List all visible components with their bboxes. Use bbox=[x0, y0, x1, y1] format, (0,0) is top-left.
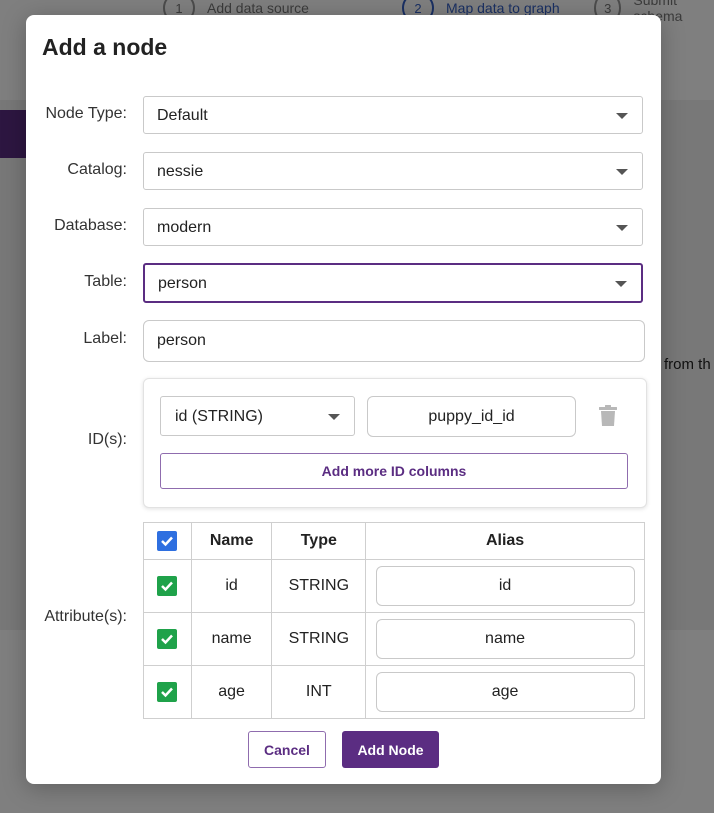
row-select-cell bbox=[143, 612, 192, 666]
checkmark-icon bbox=[161, 536, 174, 547]
row-select-cell bbox=[143, 559, 192, 613]
attribute-name: name bbox=[190, 612, 273, 666]
alias-column-header: Alias bbox=[365, 522, 645, 560]
id-column-value: id (STRING) bbox=[175, 408, 263, 425]
table-header-row: Name Type Alias bbox=[143, 522, 645, 560]
dropdown-caret-icon bbox=[616, 169, 628, 175]
checkmark-icon bbox=[161, 634, 174, 645]
catalog-value: nessie bbox=[157, 163, 204, 180]
catalog-select[interactable]: nessie bbox=[143, 152, 643, 190]
label-field-label: Label: bbox=[83, 330, 127, 347]
database-select[interactable]: modern bbox=[143, 208, 643, 246]
alias-input[interactable] bbox=[375, 566, 635, 606]
row-checkbox[interactable] bbox=[157, 682, 178, 702]
row-checkbox[interactable] bbox=[157, 629, 178, 649]
table-select[interactable]: person bbox=[143, 263, 643, 303]
checkmark-icon bbox=[161, 581, 174, 592]
dropdown-caret-icon bbox=[615, 281, 627, 287]
type-column-header: Type bbox=[271, 522, 367, 560]
dropdown-caret-icon bbox=[328, 414, 340, 420]
add-id-column-button[interactable]: Add more ID columns bbox=[160, 453, 628, 489]
alias-input[interactable] bbox=[375, 672, 635, 712]
add-node-dialog: Add a node Node Type: Default Catalog: n… bbox=[26, 15, 661, 784]
alias-input[interactable] bbox=[375, 619, 635, 659]
database-value: modern bbox=[157, 219, 212, 236]
attribute-type: INT bbox=[271, 665, 367, 719]
attribute-name: id bbox=[190, 559, 273, 613]
checkmark-icon bbox=[161, 687, 174, 698]
select-all-cell bbox=[143, 522, 192, 560]
node-type-select[interactable]: Default bbox=[143, 96, 643, 134]
table-label: Table: bbox=[84, 273, 127, 290]
row-select-cell bbox=[143, 665, 192, 719]
table-value: person bbox=[158, 275, 207, 292]
trash-icon[interactable] bbox=[598, 405, 618, 427]
row-checkbox[interactable] bbox=[157, 576, 178, 596]
attribute-type: STRING bbox=[271, 612, 367, 666]
database-label: Database: bbox=[54, 217, 127, 234]
table-row: name STRING bbox=[143, 612, 645, 666]
name-column-header: Name bbox=[190, 522, 273, 560]
attribute-name: age bbox=[190, 665, 273, 719]
node-type-label: Node Type: bbox=[45, 105, 127, 122]
table-row: id STRING bbox=[143, 559, 645, 613]
id-alias-input[interactable] bbox=[367, 396, 576, 437]
attribute-type: STRING bbox=[271, 559, 367, 613]
id-columns-card: id (STRING) Add more ID columns bbox=[143, 378, 647, 508]
attributes-table: Name Type Alias id STRING id name STRING… bbox=[143, 522, 645, 719]
cancel-button[interactable]: Cancel bbox=[248, 731, 326, 768]
label-input[interactable] bbox=[143, 320, 645, 362]
select-all-checkbox[interactable] bbox=[157, 531, 178, 551]
dropdown-caret-icon bbox=[616, 225, 628, 231]
alias-cell bbox=[365, 612, 645, 666]
alias-cell bbox=[365, 559, 645, 613]
table-row: age INT bbox=[143, 665, 645, 719]
add-node-button[interactable]: Add Node bbox=[342, 731, 439, 768]
ids-label: ID(s): bbox=[87, 431, 127, 448]
attributes-label: Attribute(s): bbox=[44, 608, 127, 625]
dropdown-caret-icon bbox=[616, 113, 628, 119]
catalog-label: Catalog: bbox=[67, 161, 127, 178]
dialog-title: Add a node bbox=[42, 34, 168, 60]
alias-cell bbox=[365, 665, 645, 719]
node-type-value: Default bbox=[157, 107, 208, 124]
id-column-select[interactable]: id (STRING) bbox=[160, 396, 355, 436]
